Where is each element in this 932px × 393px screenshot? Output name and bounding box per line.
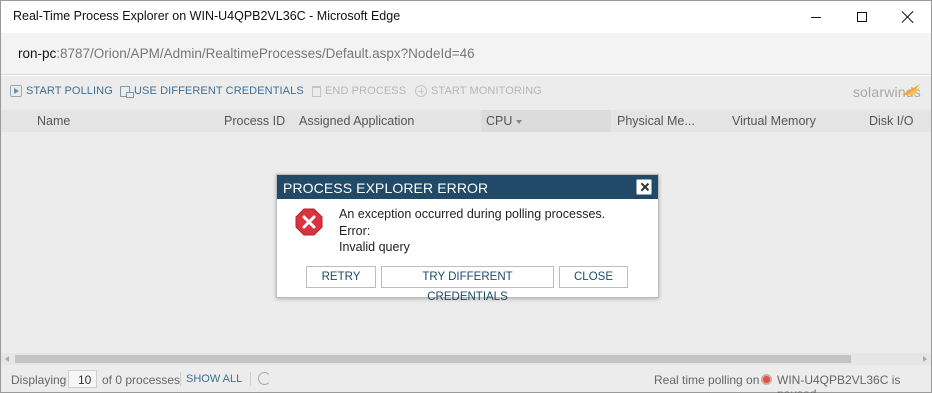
refresh-icon[interactable]: [258, 372, 271, 385]
column-physical-memory[interactable]: Physical Me...: [617, 114, 695, 128]
column-process-id[interactable]: Process ID: [224, 114, 285, 128]
dialog-title: PROCESS EXPLORER ERROR: [283, 180, 489, 196]
play-icon: [10, 85, 22, 97]
title-bar: Real-Time Process Explorer on WIN-U4QPB2…: [1, 1, 931, 33]
try-different-credentials-button[interactable]: TRY DIFFERENT CREDENTIALS: [381, 266, 554, 303]
address-bar[interactable]: ron-pc:8787/Orion/APM/Admin/RealtimeProc…: [1, 33, 931, 75]
toolbar: START POLLING USE DIFFERENT CREDENTIALS …: [1, 76, 931, 110]
start-monitoring-label: START MONITORING: [431, 85, 542, 97]
error-message-line: An exception occurred during polling pro…: [339, 207, 606, 221]
maximize-button[interactable]: [839, 1, 885, 33]
solarwinds-logo: solarwinds: [853, 84, 921, 100]
grid-header: Name Process ID Assigned Application CPU…: [1, 110, 931, 132]
page-size-input[interactable]: 10: [68, 370, 97, 388]
dialog-header: PROCESS EXPLORER ERROR: [277, 175, 658, 199]
column-virtual-memory[interactable]: Virtual Memory: [732, 114, 816, 128]
logo-mark-icon: [902, 84, 920, 95]
dialog-close-icon[interactable]: [636, 179, 652, 195]
minimize-button[interactable]: [793, 1, 839, 33]
trash-icon: [312, 85, 321, 97]
column-cpu[interactable]: CPU: [481, 110, 611, 132]
use-different-credentials-label: USE DIFFERENT CREDENTIALS: [134, 85, 304, 97]
column-assigned-application[interactable]: Assigned Application: [299, 114, 414, 128]
process-count-label: of 0 processes: [102, 373, 181, 387]
error-message-line: Error:: [339, 223, 371, 238]
polling-status-text: WIN-U4QPB2VL36C is paused: [777, 373, 901, 393]
url-host: ron-pc: [18, 46, 57, 61]
column-cpu-label: CPU: [486, 114, 513, 128]
url-text[interactable]: ron-pc:8787/Orion/APM/Admin/RealtimeProc…: [18, 46, 475, 61]
error-message: An exception occurred during polling pro…: [339, 206, 605, 256]
start-polling-label: START POLLING: [26, 85, 113, 97]
sort-descending-icon: [516, 119, 523, 124]
footer-divider: [250, 372, 251, 386]
retry-button[interactable]: RETRY: [306, 266, 376, 288]
scrollbar-thumb[interactable]: [15, 355, 851, 363]
end-process-label: END PROCESS: [325, 85, 407, 97]
end-process-button[interactable]: END PROCESS: [312, 85, 406, 97]
scroll-right-icon[interactable]: [923, 356, 927, 362]
minimize-icon: [811, 16, 821, 18]
error-icon: [295, 208, 323, 236]
error-message-line: Invalid query: [339, 240, 410, 254]
footer-divider: [180, 372, 181, 386]
browser-window: Real-Time Process Explorer on WIN-U4QPB2…: [0, 0, 932, 393]
displaying-label: Displaying: [11, 373, 67, 387]
close-button[interactable]: CLOSE: [559, 266, 628, 288]
credentials-icon: [120, 85, 134, 98]
maximize-icon: [857, 12, 867, 22]
start-monitoring-button[interactable]: START MONITORING: [415, 85, 542, 97]
footer: Displaying 10 of 0 processes SHOW ALL Re…: [1, 366, 931, 393]
start-polling-button[interactable]: START POLLING: [10, 85, 113, 97]
close-window-button[interactable]: [885, 1, 931, 33]
show-all-link[interactable]: SHOW ALL: [186, 373, 242, 385]
window-title: Real-Time Process Explorer on WIN-U4QPB2…: [13, 9, 401, 23]
error-dialog: PROCESS EXPLORER ERROR An exception occu…: [276, 174, 659, 303]
use-different-credentials-button[interactable]: USE DIFFERENT CREDENTIALS: [120, 85, 304, 98]
plus-circle-icon: [415, 85, 427, 97]
close-icon: [902, 11, 914, 23]
url-path: :8787/Orion/APM/Admin/RealtimeProcesses/…: [56, 46, 475, 61]
horizontal-scrollbar[interactable]: [1, 353, 931, 365]
column-name[interactable]: Name: [37, 114, 70, 128]
polling-label: Real time polling on: [654, 373, 760, 387]
column-disk-io[interactable]: Disk I/O: [869, 114, 913, 128]
polling-status-icon: [761, 374, 772, 385]
scroll-left-icon[interactable]: [5, 356, 9, 362]
